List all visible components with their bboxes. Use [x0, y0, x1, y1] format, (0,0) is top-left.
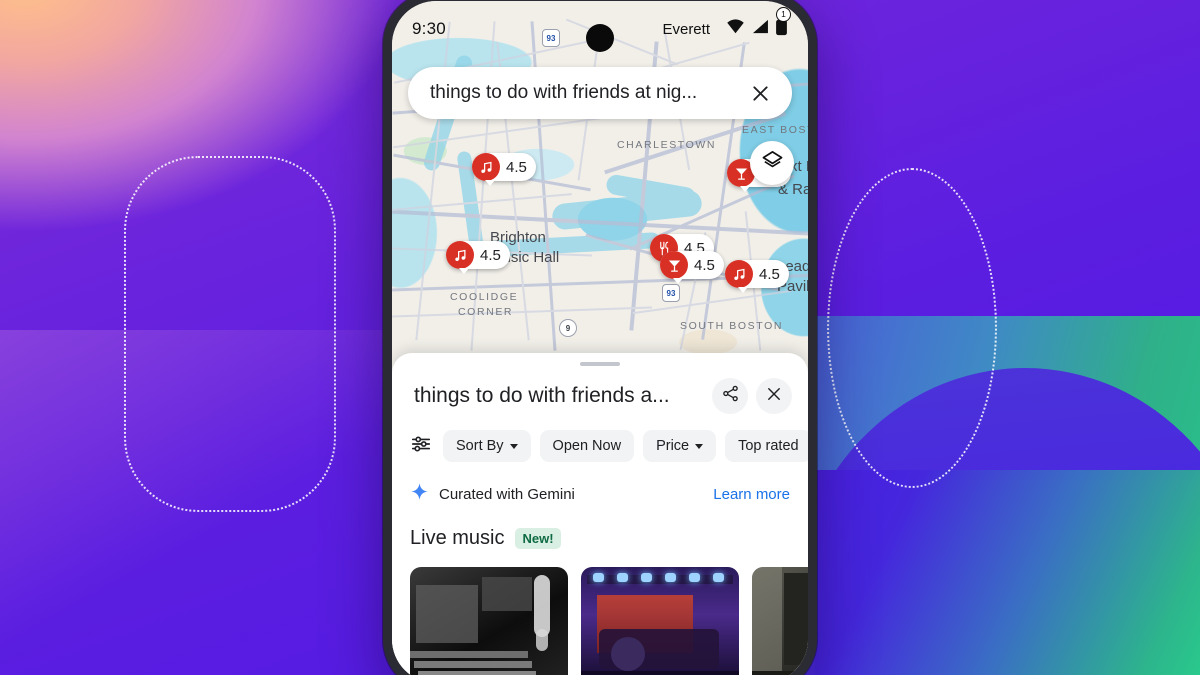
pin-rating: 4.5: [506, 158, 527, 176]
chip-label: Sort By: [456, 438, 504, 454]
music-note-icon: [446, 241, 474, 269]
sheet-query-title: things to do with friends a...: [414, 384, 670, 407]
map-layers-button[interactable]: [750, 141, 794, 185]
gemini-label: Curated with Gemini: [439, 485, 575, 503]
venue-photo-exterior-stairs[interactable]: [410, 567, 568, 675]
pin-rating: 4.5: [759, 265, 780, 283]
section-header: Live music New!: [392, 506, 808, 550]
share-icon: [722, 385, 739, 407]
map-place-pin[interactable]: 4.5: [446, 241, 510, 274]
map-place-pin[interactable]: 4.5: [660, 251, 724, 284]
map-label: CHARLESTOWN: [617, 139, 717, 151]
battery-badge: 1: [776, 6, 791, 22]
close-icon[interactable]: [746, 79, 774, 107]
search-results-bottom-sheet[interactable]: things to do with friends a... Sort By O…: [392, 353, 808, 675]
status-place-label: Everett: [662, 20, 710, 38]
section-title: Live music: [410, 527, 505, 549]
map-label: CORNER: [458, 306, 514, 318]
cocktail-icon: [660, 251, 688, 279]
filter-chip-price[interactable]: Price: [643, 430, 717, 462]
battery-icon: 1: [775, 6, 791, 41]
layers-icon: [761, 149, 784, 177]
status-time: 9:30: [412, 19, 446, 38]
close-icon: [766, 386, 782, 407]
background-bottom-gradient: [815, 470, 1200, 675]
music-note-icon: [725, 260, 753, 288]
share-button[interactable]: [712, 378, 748, 414]
phone-device-frame: SomervilleCHARLESTOWNEAST BOSTONBrighton…: [383, 0, 817, 675]
pin-rating: 4.5: [694, 256, 715, 274]
filter-tune-icon[interactable]: [410, 433, 434, 460]
gemini-attribution-row: Curated with Gemini Learn more: [392, 462, 808, 506]
status-indicators: Everett 1: [662, 6, 791, 41]
close-sheet-button[interactable]: [756, 378, 792, 414]
venue-photo-stage-lights[interactable]: [581, 567, 739, 675]
dotted-circle-shape: [827, 168, 997, 488]
filter-chips-row[interactable]: Sort By Open Now Price Top rated: [392, 414, 808, 462]
chevron-down-icon: [695, 443, 704, 449]
map-place-pin[interactable]: 4.5: [725, 260, 789, 293]
filter-chip-sort-by[interactable]: Sort By: [443, 430, 531, 462]
map-route-shield: 9: [559, 319, 577, 337]
status-bar: 9:30 Everett 1: [392, 1, 808, 57]
search-input[interactable]: things to do with friends at nig...: [430, 82, 746, 104]
filter-chip-top-rated[interactable]: Top rated: [725, 430, 808, 462]
chevron-down-icon: [509, 443, 518, 449]
new-badge: New!: [515, 528, 561, 549]
map-route-shield: 93: [662, 284, 680, 302]
front-camera-punch-hole: [586, 24, 614, 52]
map-label: COOLIDGE: [450, 291, 519, 303]
pin-rating: 4.5: [480, 246, 501, 264]
sheet-header: things to do with friends a...: [392, 366, 808, 414]
learn-more-link[interactable]: Learn more: [713, 486, 790, 503]
map-place-pin[interactable]: 4.5: [472, 153, 536, 186]
dotted-rounded-rectangle-shape: [124, 156, 336, 512]
venue-photo-interior-room[interactable]: [752, 567, 808, 675]
map-label: SOUTH BOSTON: [680, 320, 784, 332]
cellular-signal-icon: [751, 19, 769, 39]
map-search-bar[interactable]: things to do with friends at nig...: [408, 67, 792, 119]
venue-card-carousel[interactable]: [392, 550, 808, 675]
chip-label: Price: [656, 438, 690, 454]
gemini-sparkle-icon: [410, 482, 429, 506]
chip-label: Open Now: [552, 438, 622, 454]
map-label: EAST BOSTON: [742, 124, 808, 136]
phone-screen: SomervilleCHARLESTOWNEAST BOSTONBrighton…: [392, 1, 808, 675]
filter-chip-open-now[interactable]: Open Now: [539, 430, 635, 462]
music-note-icon: [472, 153, 500, 181]
wifi-icon: [726, 19, 745, 39]
chip-label: Top rated: [738, 438, 799, 454]
